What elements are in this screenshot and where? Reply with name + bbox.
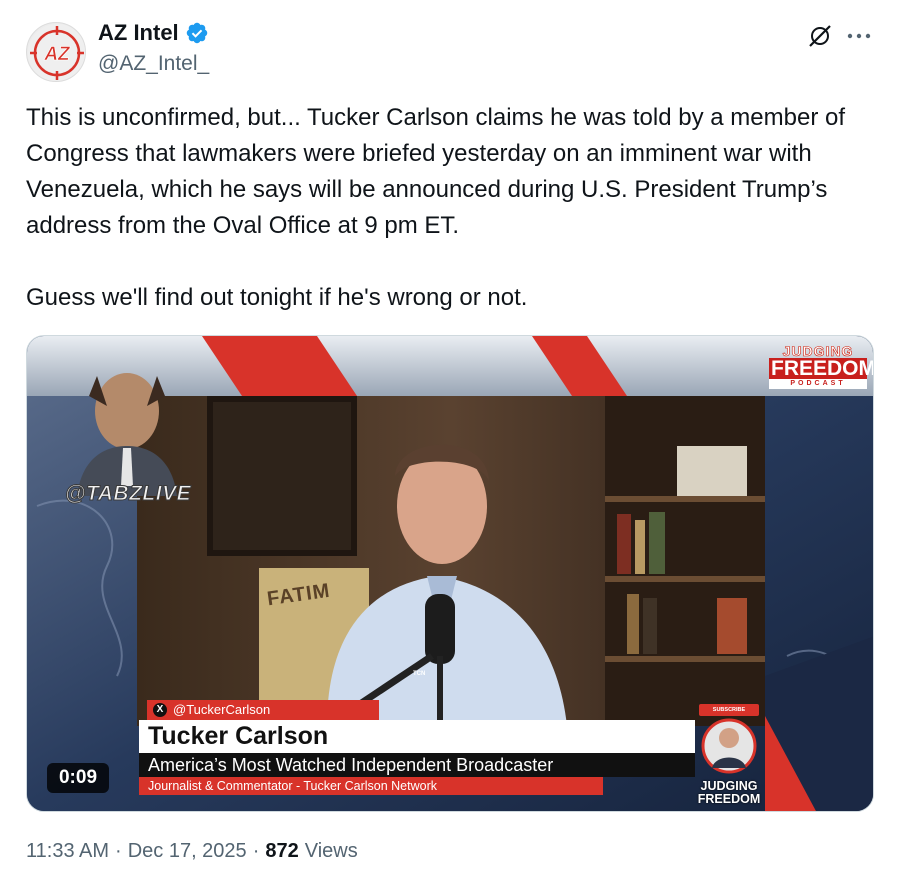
tweet-date[interactable]: Dec 17, 2025 bbox=[128, 840, 247, 863]
tweet-paragraph-2: Guess we'll find out tonight if he's wro… bbox=[26, 284, 528, 311]
lower-third-handle: X @TuckerCarlson bbox=[147, 700, 379, 720]
bottom-logo: JUDGING FREEDOM bbox=[691, 780, 767, 806]
views-count[interactable]: 872 bbox=[265, 840, 298, 863]
az-logo-icon: AZ bbox=[28, 24, 85, 81]
lower-third-title: America’s Most Watched Independent Broad… bbox=[139, 753, 695, 777]
avatar-text: AZ bbox=[43, 44, 71, 65]
more-options-button[interactable] bbox=[844, 22, 874, 50]
tweet-text: This is unconfirmed, but... Tucker Carls… bbox=[26, 100, 876, 316]
author-name-row: AZ Intel bbox=[98, 20, 209, 46]
logo-line-1: JUDGING bbox=[782, 343, 854, 359]
meta-separator: · bbox=[115, 840, 122, 862]
video-duration: 0:09 bbox=[47, 763, 109, 793]
lower-third-subtitle: Journalist & Commentator - Tucker Carlso… bbox=[139, 777, 603, 795]
logo-line-3: PODCAST bbox=[769, 379, 867, 389]
subscribe-badge: SUBSCRIBE bbox=[699, 704, 759, 716]
tweet-time[interactable]: 11:33 AM bbox=[26, 840, 109, 863]
lower-third-handle-text: @TuckerCarlson bbox=[173, 702, 271, 717]
mic-label: TCN bbox=[413, 671, 426, 677]
judging-freedom-logo: JUDGING FREEDOM PODCAST bbox=[769, 343, 874, 389]
video-player[interactable]: FATIM TCN @TABZLIVE JUDGING FREEDOM PODC… bbox=[26, 335, 874, 812]
author-avatar[interactable]: AZ bbox=[26, 22, 86, 82]
bottom-logo-line-2: FREEDOM bbox=[697, 792, 761, 806]
tweet-meta: 11:33 AM · Dec 17, 2025 · 872 Views bbox=[26, 840, 358, 863]
author-display-name[interactable]: AZ Intel bbox=[98, 20, 179, 46]
x-logo-icon: X bbox=[153, 703, 167, 717]
video-watermark: @TABZLIVE bbox=[64, 482, 192, 506]
meta-separator: · bbox=[252, 840, 260, 862]
verified-badge-icon bbox=[186, 22, 207, 44]
author-handle[interactable]: @AZ_Intel_ bbox=[98, 52, 209, 76]
more-icon bbox=[847, 33, 871, 39]
tweet: AZ AZ Intel @AZ_Intel_ This is unconfirm… bbox=[0, 0, 900, 888]
tweet-paragraph-1: This is unconfirmed, but... Tucker Carls… bbox=[26, 104, 845, 239]
grok-icon bbox=[809, 25, 831, 47]
logo-line-2: FREEDOM bbox=[769, 357, 874, 380]
grok-button[interactable] bbox=[806, 22, 834, 50]
lower-third-name: Tucker Carlson bbox=[139, 720, 695, 753]
views-label[interactable]: Views bbox=[305, 840, 358, 863]
